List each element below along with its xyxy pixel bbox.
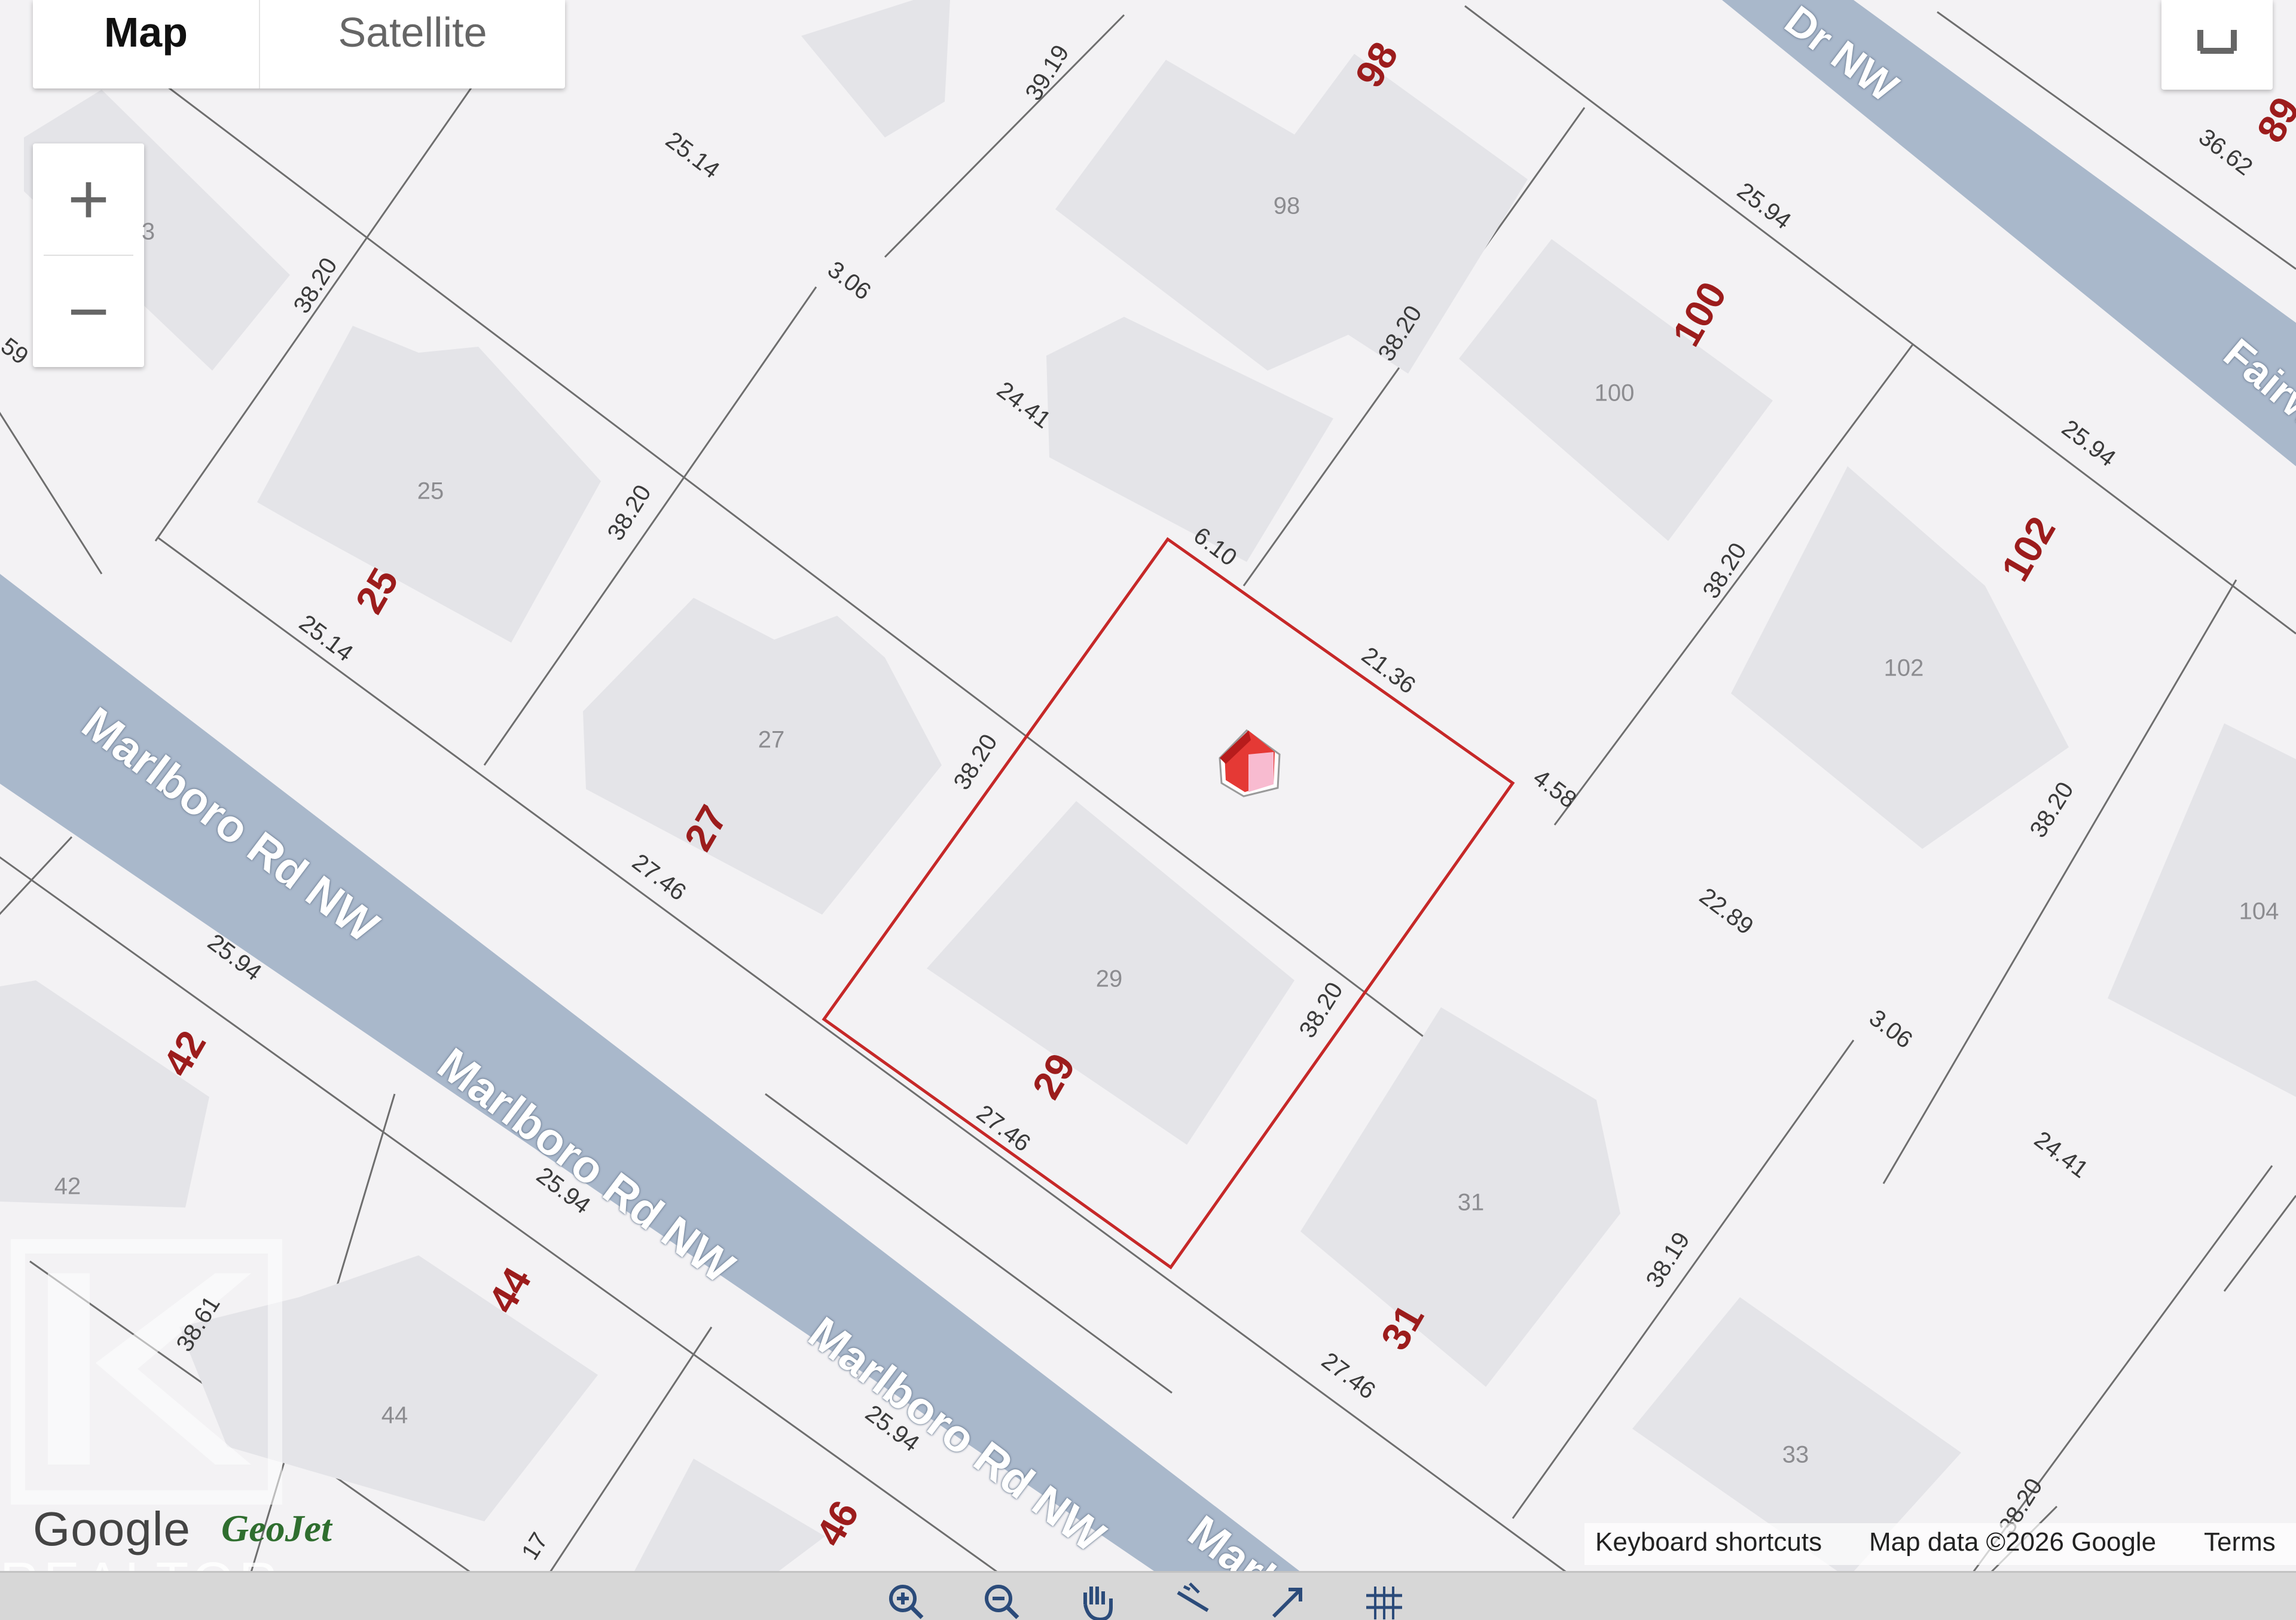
fullscreen-button[interactable] <box>2161 0 2273 90</box>
building-number: 27 <box>758 726 785 753</box>
terms-link[interactable]: Terms <box>2204 1527 2276 1557</box>
grid-icon[interactable] <box>1363 1581 1405 1620</box>
fullscreen-icon <box>2197 30 2237 54</box>
map-data-attribution: Map data ©2026 Google <box>1869 1527 2157 1557</box>
building-number: 29 <box>1095 965 1123 992</box>
geojet-logo: GeoJet <box>221 1507 332 1549</box>
zoom-control: + − <box>33 143 144 367</box>
map-type-map-button[interactable]: Map <box>33 0 260 88</box>
building-number: 98 <box>1273 192 1300 219</box>
building-number: 33 <box>1782 1441 1809 1468</box>
pointer-icon[interactable] <box>1268 1581 1309 1620</box>
building-number: 100 <box>1594 380 1635 406</box>
map-canvas[interactable] <box>0 0 2296 1620</box>
zoom-in-icon[interactable] <box>885 1581 927 1620</box>
building-number: 3 <box>141 218 155 245</box>
map-type-satellite-button[interactable]: Satellite <box>260 0 565 88</box>
map-view[interactable]: Map Satellite + − Marlboro Rd NW Marlboro… <box>0 0 2296 1620</box>
building-number: 42 <box>54 1173 81 1200</box>
zoom-out-icon[interactable] <box>981 1581 1022 1620</box>
google-logo: Google <box>33 1502 191 1555</box>
zoom-in-button[interactable]: + <box>33 143 144 255</box>
measure-icon[interactable] <box>1172 1581 1214 1620</box>
zoom-out-button[interactable]: − <box>33 256 144 367</box>
map-toolbar <box>0 1571 2296 1620</box>
building-number: 104 <box>2239 898 2279 925</box>
building-number: 44 <box>381 1402 408 1429</box>
building-number: 102 <box>1883 655 1924 681</box>
map-type-control: Map Satellite <box>33 0 565 88</box>
pan-hand-icon[interactable] <box>1076 1581 1118 1620</box>
building-number: 31 <box>1457 1189 1485 1216</box>
keyboard-shortcuts-link[interactable]: Keyboard shortcuts <box>1595 1527 1822 1557</box>
building-number: 25 <box>417 478 444 505</box>
